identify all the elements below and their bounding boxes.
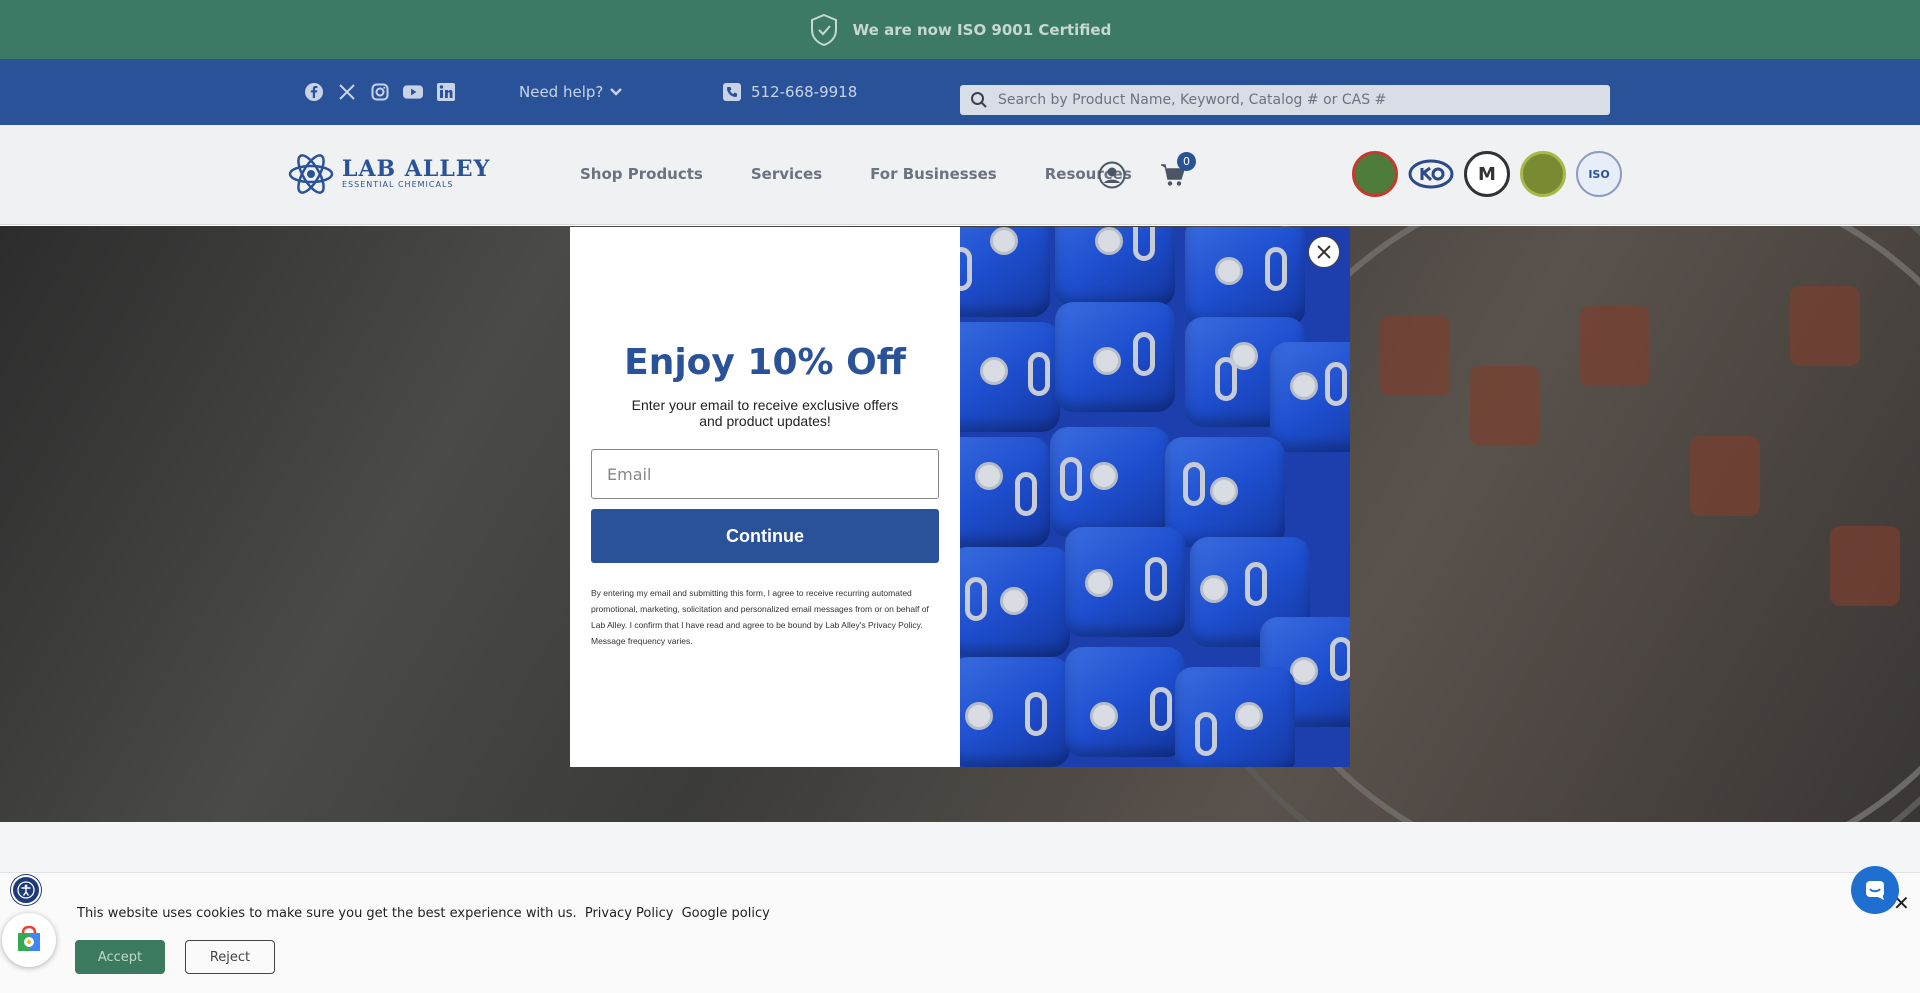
chevron-down-icon [610, 88, 623, 96]
blue-jug [960, 547, 1070, 657]
blue-jug [1065, 527, 1185, 637]
modal-form-panel: Enjoy 10% Off Enter your email to receiv… [570, 227, 960, 767]
blue-jug [1050, 427, 1170, 537]
modal-product-image [960, 227, 1350, 767]
jar [1470, 366, 1540, 446]
jar [1380, 316, 1450, 396]
search-input[interactable] [998, 92, 1578, 108]
cookie-reject-button[interactable]: Reject [185, 940, 275, 974]
account-icon[interactable] [1098, 161, 1126, 189]
cart-count-badge: 0 [1177, 152, 1196, 171]
nav-for-businesses[interactable]: For Businesses [870, 165, 997, 183]
nav-services[interactable]: Services [751, 165, 822, 183]
chat-icon [1866, 881, 1884, 900]
ok-kosher-badge [1408, 151, 1454, 197]
phone-link[interactable]: 512-668-9918 [723, 59, 857, 125]
blue-jug [960, 227, 1050, 317]
cookie-message-line: This website uses cookies to make sure y… [77, 906, 770, 921]
youtube-icon[interactable] [403, 82, 423, 102]
facebook-icon[interactable] [304, 82, 324, 102]
search-bar [960, 85, 1610, 115]
google-policy-link[interactable]: Google policy [682, 906, 770, 921]
phone-icon [723, 83, 741, 101]
logo[interactable]: LAB ALLEY ESSENTIAL CHEMICALS [288, 149, 490, 199]
blue-jug [1165, 437, 1285, 547]
blue-jug [1270, 342, 1350, 452]
cookie-message: This website uses cookies to make sure y… [77, 906, 577, 921]
jar [1690, 436, 1760, 516]
modal-title: Enjoy 10% Off [624, 342, 906, 383]
phone-number: 512-668-9918 [751, 83, 858, 101]
utility-bar: Need help? 512-668-9918 [0, 59, 1920, 125]
main-header: LAB ALLEY ESSENTIAL CHEMICALS Shop Produ… [0, 125, 1920, 225]
halal-badge: M [1464, 151, 1510, 197]
social-links [304, 59, 456, 125]
modal-legal-text: By entering my email and submitting this… [591, 588, 929, 646]
need-help-label: Need help? [519, 83, 604, 101]
logo-brand: LAB ALLEY [342, 156, 491, 182]
accessibility-icon[interactable] [11, 875, 41, 905]
certification-badges: M ISO [1352, 151, 1622, 197]
blue-jug [960, 657, 1070, 767]
cookie-accept-button[interactable]: Accept [75, 940, 165, 974]
nav-shop-products[interactable]: Shop Products [580, 165, 703, 183]
modal-close-button[interactable] [1308, 236, 1340, 268]
discount-modal: Enjoy 10% Off Enter your email to receiv… [570, 227, 1350, 767]
cookie-banner: This website uses cookies to make sure y… [0, 872, 1920, 993]
x-icon[interactable] [337, 82, 357, 102]
google-reviews-badge[interactable] [2, 913, 56, 967]
blue-jug [1185, 227, 1305, 327]
jar [1580, 306, 1650, 386]
certified-seal-badge [1520, 151, 1566, 197]
jar [1790, 286, 1860, 366]
blue-jug [1055, 227, 1175, 307]
atom-logo-icon [288, 154, 334, 194]
continue-button[interactable]: Continue [591, 509, 939, 563]
modal-lead: Enter your email to receive exclusive of… [631, 397, 899, 429]
google-badge-icon [18, 925, 40, 951]
instagram-icon[interactable] [370, 82, 390, 102]
linkedin-icon[interactable] [436, 82, 456, 102]
blue-jug [1055, 302, 1175, 412]
jar [1830, 526, 1900, 606]
need-help-dropdown[interactable]: Need help? [519, 59, 623, 125]
main-nav: Shop Products Services For Businesses Re… [580, 125, 1132, 223]
chat-launcher[interactable] [1851, 866, 1899, 914]
close-icon [1317, 245, 1331, 259]
page-below-hero [0, 822, 1920, 872]
blue-jug [960, 437, 1050, 547]
blue-jug [1065, 647, 1185, 757]
blue-jug [960, 322, 1060, 432]
privacy-policy-link[interactable]: Privacy Policy [585, 906, 674, 921]
usda-organic-badge [1352, 151, 1398, 197]
announcement-bar: We are now ISO 9001 Certified [0, 0, 1920, 59]
announcement-text: We are now ISO 9001 Certified [852, 20, 1112, 39]
blue-jug [1175, 667, 1295, 767]
shield-check-icon [810, 13, 837, 46]
email-field[interactable] [591, 449, 939, 499]
iso-badge: ISO [1576, 151, 1622, 197]
logo-text: LAB ALLEY ESSENTIAL CHEMICALS [342, 158, 490, 190]
search-icon [971, 92, 987, 108]
